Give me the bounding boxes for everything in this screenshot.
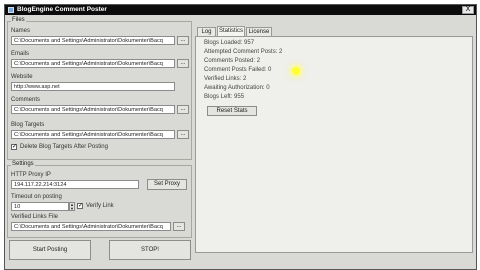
stat-failed: Comment Posts Failed: 0 bbox=[204, 67, 272, 73]
timeout-spinner[interactable]: ▲ ▼ bbox=[69, 202, 75, 211]
proxy-field[interactable]: 194.117.22.214:3124 bbox=[11, 180, 139, 189]
stat-awaiting: Awaiting Authorization: 0 bbox=[204, 85, 270, 91]
tab-license[interactable]: License bbox=[246, 27, 272, 36]
reset-stats-button[interactable]: Reset Stats bbox=[207, 106, 257, 116]
proxy-label: HTTP Proxy IP bbox=[11, 172, 51, 178]
close-button[interactable]: X bbox=[462, 6, 474, 14]
stat-left: Blogs Left: 955 bbox=[204, 94, 245, 100]
delete-targets-label: Delete Blog Targets After Posting bbox=[20, 144, 108, 150]
timeout-field[interactable]: 10 bbox=[11, 202, 69, 211]
timeout-label: Timeout on posting bbox=[11, 194, 62, 200]
verify-link-label: Verify Link bbox=[86, 203, 114, 209]
window-title: BlogEngine Comment Poster bbox=[17, 6, 107, 13]
emails-field[interactable]: C:\Documents and Settings\Administrator\… bbox=[11, 59, 175, 68]
verified-links-label: Verified Links File bbox=[11, 214, 59, 220]
comments-field[interactable]: C:\Documents and Settings\Administrator\… bbox=[11, 105, 175, 114]
comments-label: Comments bbox=[11, 97, 41, 103]
emails-browse-button[interactable]: ... bbox=[177, 59, 189, 68]
emails-label: Emails bbox=[11, 51, 30, 57]
files-group-label: Files bbox=[11, 17, 26, 24]
names-field[interactable]: C:\Documents and Settings\Administrator\… bbox=[11, 36, 175, 45]
title-bar[interactable]: BlogEngine Comment Poster X bbox=[5, 5, 476, 15]
names-label: Names bbox=[11, 28, 31, 34]
mouse-cursor-highlight bbox=[292, 67, 300, 75]
start-posting-button[interactable]: Start Posting bbox=[9, 240, 91, 260]
stop-button[interactable]: STOP! bbox=[109, 240, 191, 260]
verified-links-browse-button[interactable]: ... bbox=[173, 222, 185, 231]
stat-posted: Comments Posted: 2 bbox=[204, 58, 261, 64]
website-label: Website bbox=[11, 74, 33, 80]
blog-targets-field[interactable]: C:\Documents and Settings\Administrator\… bbox=[11, 130, 175, 139]
blog-targets-browse-button[interactable]: ... bbox=[177, 130, 189, 139]
stat-attempted: Attempted Comment Posts: 2 bbox=[204, 49, 283, 55]
delete-targets-checkbox[interactable]: ✓ bbox=[11, 144, 17, 150]
stat-verified: Verified Links: 2 bbox=[204, 76, 247, 82]
comments-browse-button[interactable]: ... bbox=[177, 105, 189, 114]
blog-targets-label: Blog Targets bbox=[11, 122, 45, 128]
tab-statistics[interactable]: Statistics bbox=[217, 26, 245, 36]
website-field[interactable]: http://www.asp.net bbox=[11, 82, 175, 91]
app-window: BlogEngine Comment Poster X Files Names … bbox=[4, 4, 477, 270]
tab-log[interactable]: Log bbox=[197, 27, 216, 36]
verify-link-checkbox[interactable]: ✓ bbox=[77, 203, 83, 209]
verified-links-field[interactable]: C:\Documents and Settings\Administrator\… bbox=[11, 222, 171, 231]
stat-blogs-loaded: Blogs Loaded: 957 bbox=[204, 40, 255, 46]
names-browse-button[interactable]: ... bbox=[177, 36, 189, 45]
set-proxy-button[interactable]: Set Proxy bbox=[147, 179, 187, 190]
app-icon bbox=[8, 7, 14, 13]
settings-group-label: Settings bbox=[11, 161, 35, 168]
